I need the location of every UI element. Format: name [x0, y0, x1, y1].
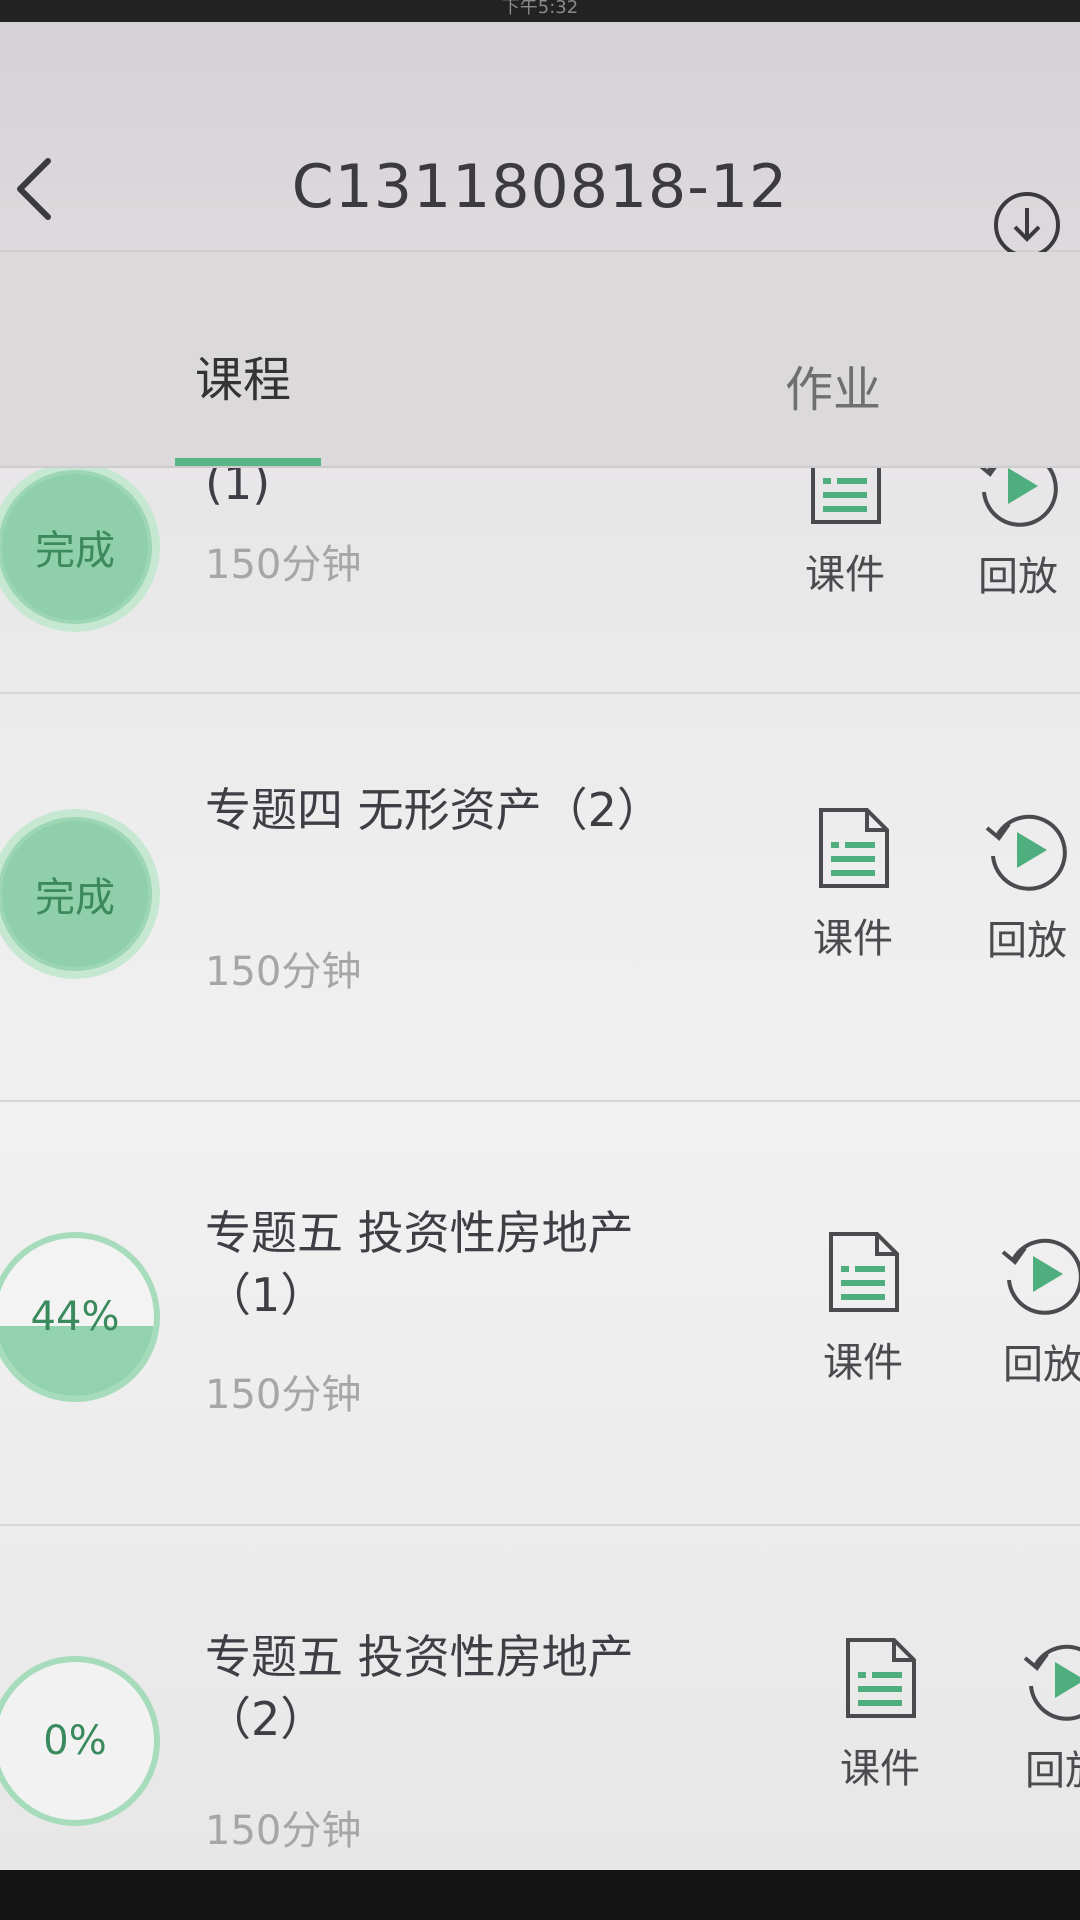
replay-button[interactable]: 回放 — [988, 1230, 1080, 1390]
replay-icon — [1001, 1238, 1080, 1315]
courseware-button[interactable]: 课件 — [825, 1636, 935, 1794]
status-badge: 完成 — [0, 462, 160, 632]
replay-label: 回放 — [1003, 1342, 1080, 1388]
tab-homework[interactable]: 作业 — [785, 350, 881, 420]
document-icon — [819, 808, 889, 888]
progress-badge: 0% — [0, 1656, 160, 1826]
lesson-title: 专题四 无形资产（2） — [205, 783, 663, 837]
document-icon — [829, 1232, 899, 1312]
replay-button[interactable]: 回放 — [1010, 1636, 1080, 1796]
replay-button[interactable]: 回放 — [972, 806, 1080, 966]
courseware-button[interactable]: 课件 — [808, 1230, 918, 1388]
progress-label: 0% — [43, 1718, 107, 1764]
download-button[interactable] — [992, 190, 1062, 260]
back-button[interactable] — [10, 137, 70, 227]
courseware-label: 课件 — [840, 1746, 920, 1792]
replay-label: 回放 — [978, 554, 1058, 600]
lesson-duration: 150分钟 — [205, 542, 362, 588]
page-title: C131180818-12 — [291, 152, 789, 222]
tab-bar: 课程 作业 — [0, 252, 1080, 468]
device-bezel — [0, 1870, 1080, 1920]
courseware-label: 课件 — [805, 552, 885, 598]
replay-icon — [1023, 1644, 1080, 1721]
app-screen: 完成 (1) 150分钟 课件 回放 完成 专题四 无形资产（2） 150分钟 … — [0, 22, 1080, 1870]
active-tab-indicator — [175, 458, 321, 466]
lesson-duration: 150分钟 — [205, 1808, 362, 1854]
progress-label: 44% — [30, 1294, 120, 1340]
replay-label: 回放 — [1025, 1748, 1080, 1794]
courseware-label: 课件 — [813, 916, 893, 962]
courseware-label: 课件 — [823, 1340, 903, 1386]
chevron-left-icon — [17, 158, 51, 220]
list-item[interactable]: 完成 专题四 无形资产（2） 150分钟 课件 回放 — [0, 694, 1080, 1102]
list-item[interactable]: 44% 专题五 投资性房地产（1） 150分钟 课件 回放 — [0, 1102, 1080, 1526]
list-item[interactable]: 0% 专题五 投资性房地产（2） 150分钟 课件 回放 — [0, 1526, 1080, 1870]
progress-badge: 44% — [0, 1232, 160, 1402]
lesson-duration: 150分钟 — [205, 1372, 362, 1418]
tab-course[interactable]: 课程 — [195, 340, 291, 410]
status-time: 下午5:32 — [501, 0, 579, 18]
document-icon — [846, 1638, 916, 1718]
replay-label: 回放 — [987, 918, 1067, 964]
courseware-button[interactable]: 课件 — [798, 806, 908, 964]
nav-header: C131180818-12 — [0, 22, 1080, 258]
status-label: 完成 — [35, 528, 115, 574]
status-label: 完成 — [35, 875, 115, 921]
replay-icon — [985, 814, 1067, 891]
lesson-title: 专题五 投资性房地产（2） — [205, 1630, 634, 1746]
status-badge: 完成 — [0, 809, 160, 979]
lesson-duration: 150分钟 — [205, 949, 362, 995]
status-bar: 下午5:32 — [0, 0, 1080, 22]
download-circle-icon — [994, 192, 1060, 258]
lesson-title: 专题五 投资性房地产（1） — [205, 1206, 634, 1322]
